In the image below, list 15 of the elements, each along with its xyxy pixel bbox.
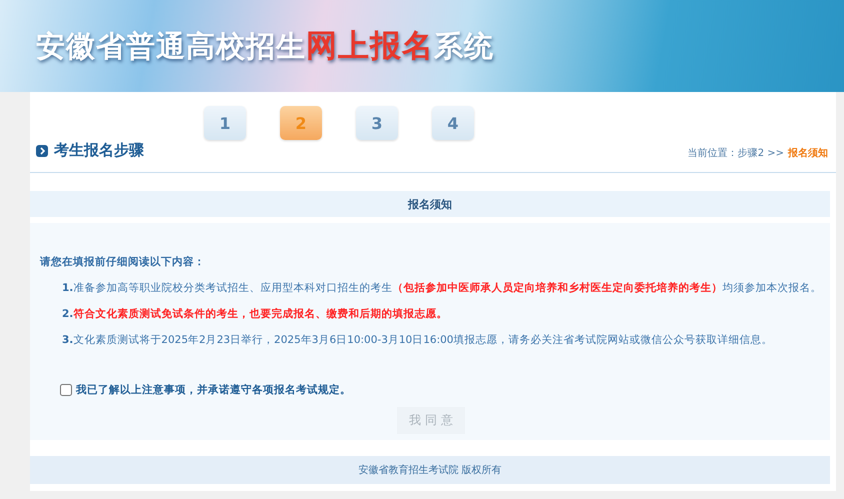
site-title: 安徽省普通高校招生网上报名系统 [36, 27, 494, 66]
step-tab[interactable]: 4 [432, 106, 474, 140]
notice-item: 1.准备参加高等职业院校分类考试招生、应用型本科对口招生的考生（包括参加中医师承人员定向培养和乡村医生定向委托培养的考生）均须参加本次报名。 [62, 281, 822, 295]
section-title: 报名须知 [408, 196, 452, 212]
intro-text: 请您在填报前仔细阅读以下内容： [40, 255, 206, 269]
step-tab[interactable]: 1 [204, 106, 246, 140]
notice-item: 2.符合文化素质测试免试条件的考生，也要完成报名、缴费和后期的填报志愿。 [62, 307, 448, 321]
step-tab[interactable]: 3 [356, 106, 398, 140]
chevron-icon [36, 144, 48, 156]
steps-heading: 考生报名步骤 [54, 141, 144, 160]
breadcrumb: 当前位置：步骤2 >> 报名须知 [688, 146, 828, 160]
agree-label: 我已了解以上注意事项，并承诺遵守各项报名考试规定。 [76, 383, 351, 397]
agree-checkbox[interactable] [60, 384, 72, 396]
copyright-text: 安徽省教育招生考试院 版权所有 [358, 464, 502, 477]
notice-item: 3.文化素质测试将于2025年2月23日举行，2025年3月6日10:00-3月10日16:00填报志愿，请务必关注省考试院网站或微信公众号获取详细信息。 [62, 333, 774, 347]
